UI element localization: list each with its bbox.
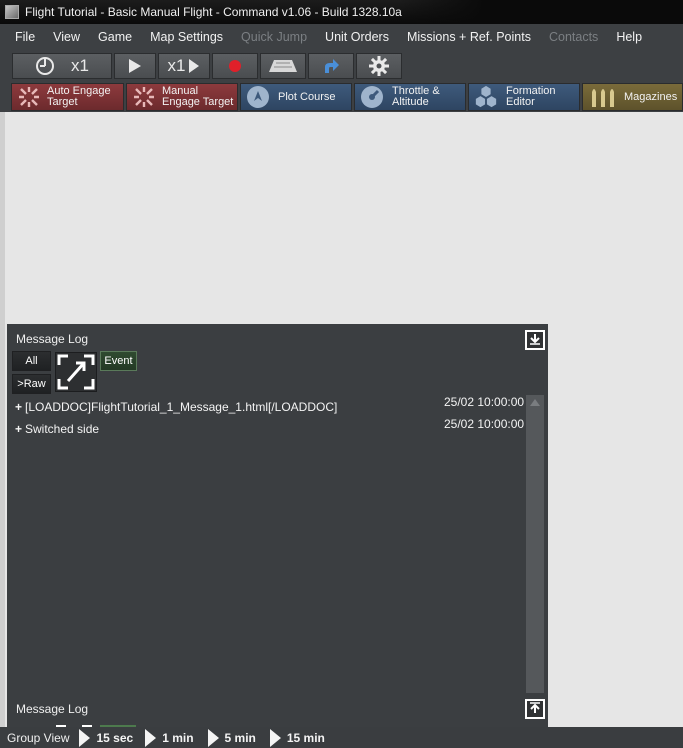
settings-button[interactable]: [356, 53, 402, 79]
formation-editor-label: Formation Editor: [506, 85, 556, 108]
log-scrollbar[interactable]: [526, 395, 544, 693]
formation-editor-button[interactable]: Formation Editor: [468, 83, 580, 111]
filter-all-button[interactable]: All: [12, 351, 51, 371]
step-label: x1: [167, 56, 186, 75]
ammo-icon: [588, 85, 618, 109]
terrain-icon: [268, 58, 298, 74]
title-bar: Flight Tutorial - Basic Manual Flight - …: [0, 0, 683, 24]
plot-course-label: Plot Course: [278, 90, 336, 103]
record-icon: [228, 59, 242, 73]
play-icon: [145, 728, 157, 747]
menu-quick-jump: Quick Jump: [241, 30, 308, 44]
time-compression-button[interactable]: x1: [12, 53, 112, 79]
play-button[interactable]: [114, 53, 156, 79]
magazines-label: Magazines: [624, 90, 678, 103]
gear-icon: [368, 55, 390, 77]
auto-engage-button[interactable]: Auto Engage Target: [11, 83, 124, 111]
record-button[interactable]: [212, 53, 258, 79]
manual-engage-button[interactable]: Manual Engage Target: [126, 83, 238, 111]
filter-event-button[interactable]: Event: [100, 351, 137, 371]
log-entry[interactable]: + [LOADDOC]FlightTutorial_1_Message_1.htm…: [15, 400, 337, 414]
clock-icon: [35, 56, 55, 76]
scroll-up-icon: [530, 399, 540, 406]
step-forward-button[interactable]: x1: [158, 53, 210, 79]
menu-view[interactable]: View: [44, 24, 89, 50]
message-log-panel: Message Log All >Raw Event + [LOADDOC]Fli…: [7, 324, 548, 727]
time-step-label: 1 min: [162, 730, 194, 745]
menu-help[interactable]: Help: [607, 24, 651, 50]
manual-engage-label: Manual Engage Target: [162, 85, 234, 108]
time-step-15min[interactable]: 15 min: [269, 728, 325, 747]
window-title: Flight Tutorial - Basic Manual Flight - …: [25, 5, 402, 19]
auto-engage-label: Auto Engage Target: [47, 85, 111, 108]
menu-map-settings[interactable]: Map Settings: [141, 24, 232, 50]
log-entry-time: 25/02 10:00:00: [444, 395, 525, 409]
menu-missions[interactable]: Missions + Ref. Points: [398, 24, 540, 50]
terrain-button[interactable]: [260, 53, 306, 79]
log-entry[interactable]: + Switched side: [15, 422, 99, 436]
arrow-icon: [322, 57, 340, 75]
throttle-altitude-button[interactable]: Throttle & Altitude: [354, 83, 466, 111]
expand-entry-icon: +: [15, 422, 23, 436]
dock-up-button[interactable]: [525, 699, 545, 719]
time-step-15sec[interactable]: 15 sec: [79, 728, 134, 747]
arrow-up-icon: [529, 701, 541, 717]
time-step-1min[interactable]: 1 min: [145, 728, 194, 747]
app-icon: [5, 5, 19, 19]
time-step-label: 5 min: [224, 730, 256, 745]
menu-contacts: Contacts: [548, 30, 599, 44]
dock-down-button[interactable]: [525, 330, 545, 350]
play-icon: [128, 58, 142, 74]
course-icon: [246, 85, 270, 109]
magazines-button[interactable]: Magazines: [582, 83, 683, 111]
play-icon: [79, 728, 91, 747]
expand-entry-icon: +: [15, 400, 23, 414]
arrow-button[interactable]: [308, 53, 354, 79]
message-log-footer-title: Message Log: [16, 702, 89, 716]
title-bar-fade: [400, 0, 683, 24]
menu-bar: File View Game Map Settings Quick Jump U…: [0, 24, 683, 50]
log-entry-text: Switched side: [25, 422, 100, 436]
group-view-label[interactable]: Group View: [0, 731, 69, 745]
crosshair-icon: [132, 85, 156, 109]
action-toolbar: Auto Engage Target Manual Engage Target …: [0, 81, 683, 112]
step-forward-icon: [188, 58, 200, 74]
play-icon: [269, 728, 281, 747]
menu-game[interactable]: Game: [89, 24, 141, 50]
hexagons-icon: [474, 85, 498, 109]
menu-unit-orders[interactable]: Unit Orders: [316, 24, 398, 50]
plot-course-button[interactable]: Plot Course: [240, 83, 352, 111]
time-step-label: 15 sec: [96, 730, 134, 745]
play-icon: [207, 728, 219, 747]
time-compression-label: x1: [71, 56, 89, 75]
message-log-title: Message Log: [16, 332, 89, 346]
expand-icon: [56, 354, 96, 394]
arrow-down-icon: [529, 333, 541, 348]
menu-file[interactable]: File: [6, 24, 44, 50]
time-step-5min[interactable]: 5 min: [207, 728, 256, 747]
filter-raw-button[interactable]: >Raw: [12, 374, 51, 394]
crosshair-icon: [17, 85, 41, 109]
status-bar: Group View 15 sec 1 min 5 min 15 min: [0, 727, 683, 748]
gauge-icon: [360, 85, 384, 109]
log-entry-text: [LOADDOC]FlightTutorial_1_Message_1.html…: [25, 400, 338, 414]
time-toolbar: x1 x1: [0, 50, 683, 81]
expand-log-button[interactable]: [55, 352, 97, 392]
throttle-altitude-label: Throttle & Altitude: [392, 85, 440, 108]
time-step-label: 15 min: [286, 730, 325, 745]
log-entry-time: 25/02 10:00:00: [444, 417, 525, 431]
